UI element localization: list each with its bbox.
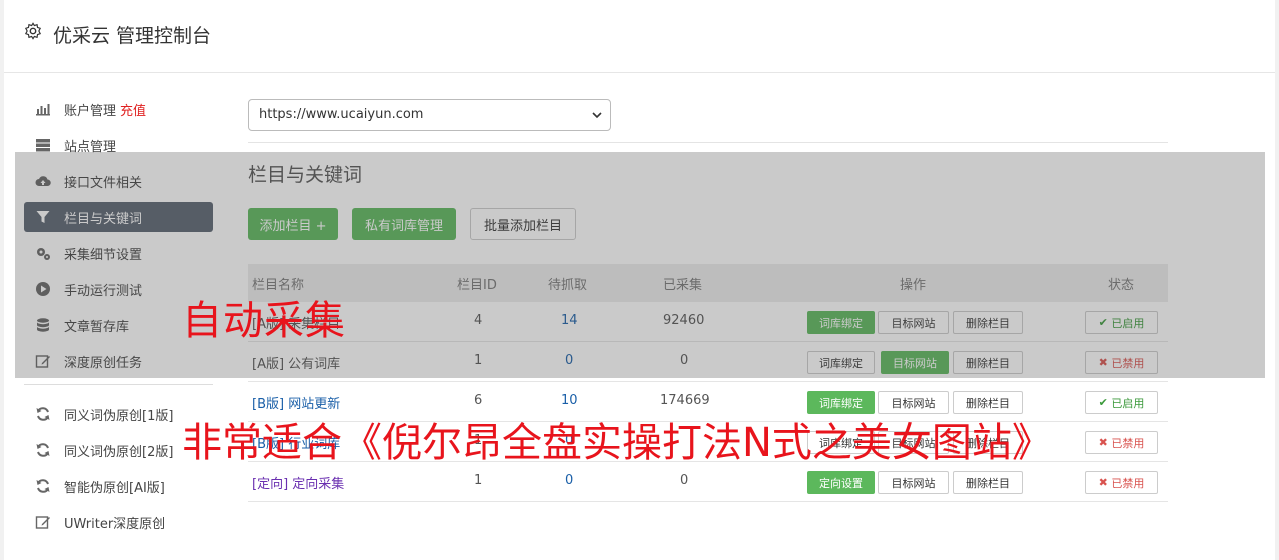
target-site-button[interactable]: 目标网站 (878, 471, 949, 494)
collected-count: 0 (680, 473, 689, 488)
times-icon: ✖ (1098, 436, 1108, 449)
sidebar-item-account[interactable]: 账户管理 充值 (24, 94, 213, 124)
watermark-text-1: 自动采集 (182, 298, 346, 344)
status-label: 已启用 (1111, 396, 1145, 410)
sidebar-divider (24, 384, 213, 385)
gear-icon[interactable] (24, 22, 42, 40)
sidebar-item-ai-rewrite[interactable]: 智能伪原创[AI版] (24, 471, 213, 501)
refresh-icon (35, 442, 51, 458)
status-toggle[interactable]: ✔ 已启用 (1085, 391, 1158, 414)
page-title: 优采云 管理控制台 (53, 25, 212, 47)
divider (248, 142, 1168, 143)
delete-column-button[interactable]: 删除栏目 (953, 471, 1023, 494)
status-label: 已禁用 (1111, 476, 1145, 490)
status-toggle[interactable]: ✖ 已禁用 (1085, 431, 1158, 454)
site-select-value: https://www.ucaiyun.com (259, 107, 424, 122)
sidebar-item-label: UWriter深度原创 (64, 516, 166, 532)
table-row: [定向] 定向采集 1 0 0 定向设置 目标网站 删除栏目 ✖ 已禁用 (248, 462, 1168, 502)
refresh-icon (35, 406, 51, 422)
chevron-down-icon (592, 112, 602, 119)
sidebar-item-label: 同义词伪原创[2版] (64, 444, 174, 460)
bar-chart-icon (35, 101, 51, 117)
top-header: 优采云 管理控制台 (4, 0, 1275, 73)
sidebar-item-uwriter[interactable]: UWriter深度原创 (24, 507, 213, 537)
check-icon: ✔ (1098, 396, 1108, 409)
recharge-link[interactable]: 充值 (120, 100, 146, 119)
refresh-icon (35, 478, 51, 494)
pending-count[interactable]: 0 (565, 473, 573, 488)
server-icon (35, 137, 51, 153)
collected-count: 174669 (660, 393, 710, 408)
sidebar-item-label: 同义词伪原创[1版] (64, 408, 174, 424)
column-id: 1 (474, 473, 483, 488)
column-id: 6 (474, 393, 483, 408)
pending-count[interactable]: 10 (561, 393, 578, 408)
sidebar-item-label: 智能伪原创[AI版] (64, 480, 165, 496)
status-label: 已禁用 (1111, 436, 1145, 450)
watermark-text-2: 非常适合《倪尔昂全盘实操打法N式之美女图站》 (182, 420, 1052, 466)
status-toggle[interactable]: ✖ 已禁用 (1085, 471, 1158, 494)
directed-settings-button[interactable]: 定向设置 (807, 471, 875, 494)
site-select[interactable]: https://www.ucaiyun.com (248, 99, 611, 131)
times-icon: ✖ (1098, 476, 1108, 489)
column-name[interactable]: [定向] 定向采集 (252, 473, 344, 492)
sidebar-item-label: 账户管理 (64, 103, 117, 119)
edit-icon (35, 514, 51, 530)
